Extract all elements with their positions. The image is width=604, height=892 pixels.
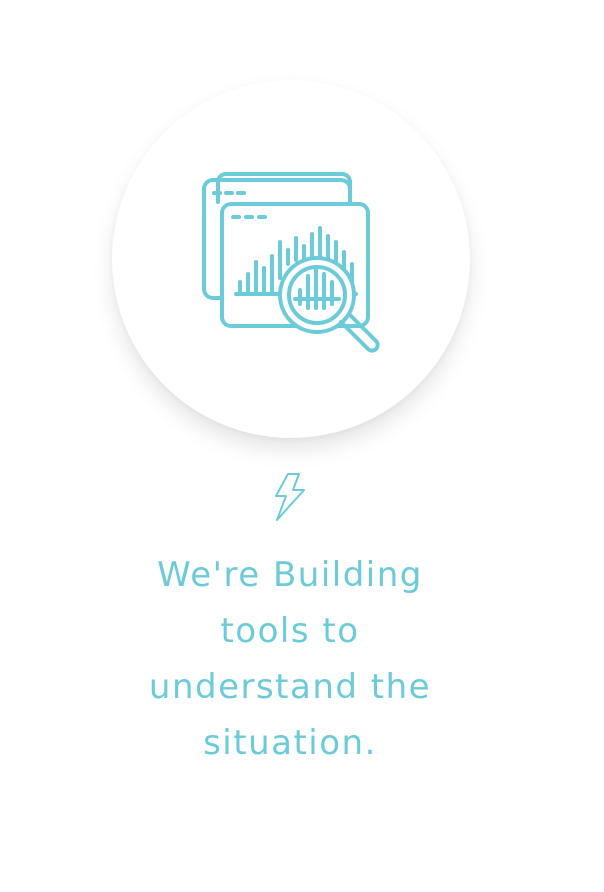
- headline-line-1: We're Building: [157, 555, 423, 595]
- feature-section: We're Building tools to understand the s…: [0, 0, 604, 892]
- lightning-bolt-icon: [275, 473, 305, 521]
- analytics-magnifier-icon: [202, 172, 380, 353]
- headline-line-4: situation.: [203, 723, 377, 763]
- headline: We're Building tools to understand the s…: [92, 547, 488, 771]
- headline-line-3: understand the: [148, 667, 432, 707]
- headline-line-2: tools to: [220, 611, 360, 651]
